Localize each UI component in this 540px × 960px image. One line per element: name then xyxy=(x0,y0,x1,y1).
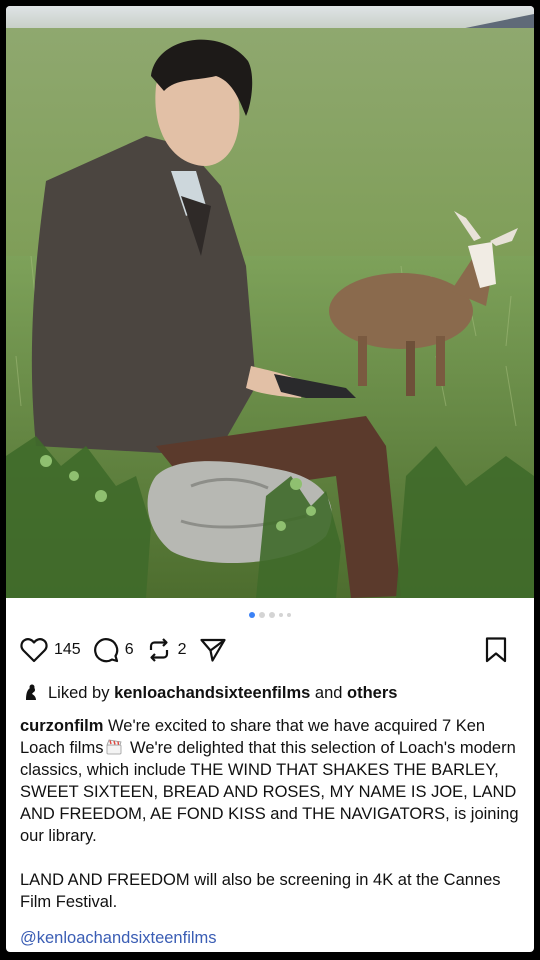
carousel-dot-3 xyxy=(269,612,275,618)
caption-paragraph-1: curzonfilm We're excited to share that w… xyxy=(20,715,520,847)
comment-button[interactable]: 6 xyxy=(93,637,134,663)
repost-icon xyxy=(149,638,168,662)
send-icon xyxy=(199,638,226,662)
caption-paragraph-2: LAND AND FREEDOM will also be screening … xyxy=(20,871,501,911)
post-card: 145 6 2 Liked by kenloachandsixteenfilms… xyxy=(6,6,534,952)
liked-by-connector: and xyxy=(314,683,343,702)
repost-button[interactable]: 2 xyxy=(146,637,187,663)
avatar[interactable] xyxy=(20,682,42,704)
carousel-dot-4 xyxy=(279,613,283,617)
like-button[interactable]: 145 xyxy=(20,637,81,663)
heart-icon xyxy=(20,638,48,663)
action-bar: 145 6 2 xyxy=(20,634,520,666)
comment-icon xyxy=(93,638,118,663)
likes-count[interactable]: 145 xyxy=(54,641,81,659)
caption-mention[interactable]: @kenloachandsixteenfilms xyxy=(20,929,217,948)
carousel-dot-1 xyxy=(249,612,255,618)
post-photo[interactable] xyxy=(6,6,534,598)
carousel-dot-2 xyxy=(259,612,265,618)
reposts-count[interactable]: 2 xyxy=(178,641,187,659)
caption-username[interactable]: curzonfilm xyxy=(20,717,103,735)
carousel-dot-5 xyxy=(287,613,291,617)
comments-count[interactable]: 6 xyxy=(125,641,134,659)
post-caption: curzonfilm We're excited to share that w… xyxy=(20,715,520,913)
carousel-indicator xyxy=(6,612,534,618)
liked-by-prefix: Liked by xyxy=(48,683,110,702)
share-button[interactable] xyxy=(199,637,227,663)
liked-by-user[interactable]: kenloachandsixteenfilms xyxy=(114,684,310,703)
liked-by-others[interactable]: others xyxy=(347,684,397,703)
bookmark-icon xyxy=(485,637,507,663)
clapper-board-emoji xyxy=(106,739,122,755)
save-button[interactable] xyxy=(484,636,508,664)
liked-by-line: Liked by kenloachandsixteenfilms and oth… xyxy=(20,682,524,704)
